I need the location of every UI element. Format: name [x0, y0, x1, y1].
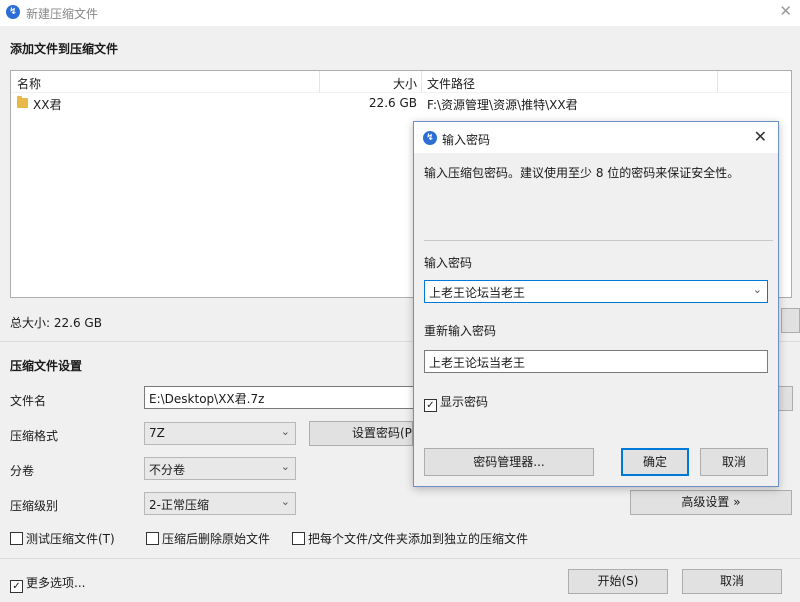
settings-section-title: 压缩文件设置	[10, 359, 83, 373]
format-label: 压缩格式	[10, 429, 59, 443]
row-size: 22.6 GB	[368, 96, 417, 110]
checkbox-box[interactable]	[292, 532, 305, 545]
row-path: F:\资源管理\资源\推特\XX君	[427, 98, 578, 112]
browse-button-partial[interactable]	[779, 386, 793, 411]
divider	[0, 558, 800, 559]
checkbox-label: 显示密码	[440, 395, 489, 409]
app-logo-icon: ↯	[423, 131, 437, 145]
checkbox-label: 更多选项...	[26, 576, 86, 590]
checkbox-box[interactable]	[146, 532, 159, 545]
dialog-title: 输入密码	[442, 133, 491, 147]
password-dialog: ↯ 输入密码 ✕ 输入压缩包密码。建议使用至少 8 位的密码来保证安全性。 输入…	[413, 121, 779, 487]
dialog-titlebar: ↯ 输入密码 ✕	[414, 122, 778, 153]
column-divider	[717, 71, 718, 93]
row-name: XX君	[33, 98, 62, 112]
add-section-title: 添加文件到压缩文件	[10, 42, 119, 56]
app-logo-icon: ↯	[6, 5, 20, 19]
folder-icon	[17, 96, 28, 108]
set-password-button[interactable]: 设置密码(P)...	[309, 421, 413, 446]
checkmark-icon[interactable]: ✓	[10, 580, 23, 593]
checkbox-label: 压缩后删除原始文件	[162, 532, 271, 546]
separate-archives-checkbox[interactable]: 把每个文件/文件夹添加到独立的压缩文件	[292, 530, 528, 547]
delete-after-checkbox[interactable]: 压缩后删除原始文件	[146, 530, 270, 547]
format-value: 7Z	[149, 426, 165, 440]
dialog-close-icon[interactable]: ✕	[754, 129, 767, 145]
volume-value: 不分卷	[149, 463, 186, 477]
chevron-down-icon[interactable]: ⌄	[753, 283, 762, 296]
level-select[interactable]: 2-正常压缩 ⌄	[144, 492, 296, 515]
password-value: 上老王论坛当老王	[429, 286, 526, 300]
chevron-down-icon: ⌄	[280, 460, 290, 473]
col-header-size[interactable]: 大小	[391, 75, 417, 92]
add-files-button-partial[interactable]	[781, 308, 800, 333]
chevron-down-icon: ⌄	[280, 425, 290, 438]
filename-label: 文件名	[10, 394, 47, 408]
test-archive-checkbox[interactable]: 测试压缩文件(T)	[10, 530, 115, 547]
reenter-password-label: 重新输入密码	[424, 324, 497, 338]
chevron-down-icon: ⌄	[280, 495, 290, 508]
col-header-name[interactable]: 名称	[17, 75, 41, 92]
column-divider	[319, 71, 320, 93]
start-button[interactable]: 开始(S)	[568, 569, 668, 594]
show-password-checkbox[interactable]: ✓ 显示密码	[424, 393, 488, 412]
ok-button[interactable]: 确定	[621, 448, 689, 476]
format-select[interactable]: 7Z ⌄	[144, 422, 296, 445]
level-value: 2-正常压缩	[149, 498, 209, 512]
total-size: 总大小: 22.6 GB	[10, 316, 102, 330]
checkbox-label: 测试压缩文件(T)	[26, 532, 115, 546]
password-input[interactable]: 上老王论坛当老王 ⌄	[424, 280, 768, 303]
reenter-password-input[interactable]: 上老王论坛当老王	[424, 350, 768, 373]
volume-label: 分卷	[10, 464, 35, 478]
main-titlebar: ↯ 新建压缩文件 ✕	[0, 0, 800, 26]
dialog-cancel-button[interactable]: 取消	[700, 448, 768, 476]
table-header: 名称 大小 文件路径	[11, 71, 791, 93]
checkbox-box[interactable]	[10, 532, 23, 545]
advanced-settings-button[interactable]: 高级设置 »	[630, 490, 792, 515]
divider	[424, 240, 773, 241]
volume-select[interactable]: 不分卷 ⌄	[144, 457, 296, 480]
checkmark-icon[interactable]: ✓	[424, 399, 437, 412]
dialog-hint: 输入压缩包密码。建议使用至少 8 位的密码来保证安全性。	[424, 166, 740, 180]
window-title: 新建压缩文件	[26, 7, 99, 21]
col-header-path[interactable]: 文件路径	[427, 75, 475, 92]
column-divider	[421, 71, 422, 93]
cancel-button[interactable]: 取消	[682, 569, 782, 594]
password-manager-button[interactable]: 密码管理器...	[424, 448, 594, 476]
checkbox-label: 把每个文件/文件夹添加到独立的压缩文件	[308, 532, 529, 546]
more-options-checkbox[interactable]: ✓ 更多选项...	[10, 574, 85, 593]
filename-input[interactable]: E:\Desktop\XX君.7z	[144, 386, 416, 409]
password-label: 输入密码	[424, 256, 473, 270]
level-label: 压缩级别	[10, 499, 59, 513]
main-close-icon[interactable]: ✕	[779, 4, 792, 19]
